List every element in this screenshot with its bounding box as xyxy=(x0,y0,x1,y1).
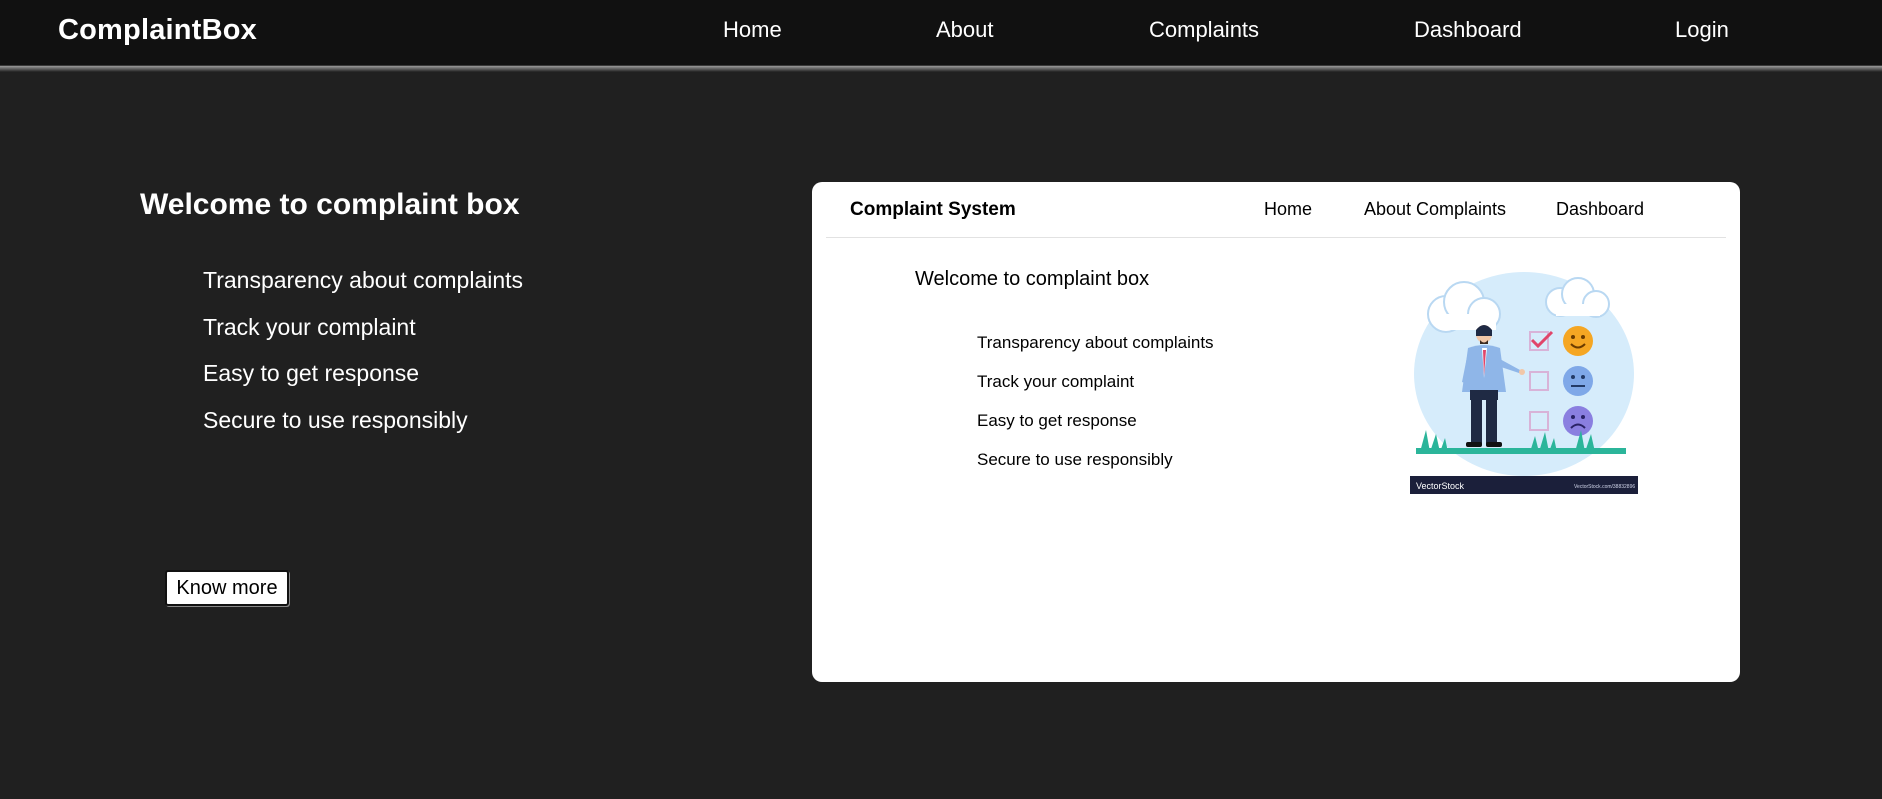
preview-nav-home: Home xyxy=(1264,199,1313,219)
preview-feature-list: Transparency about complaints Track your… xyxy=(977,332,1214,488)
preview-feature-item: Track your complaint xyxy=(977,372,1135,391)
hero-title: Welcome to complaint box xyxy=(140,188,520,221)
nav-complaints-link[interactable]: Complaints xyxy=(1149,17,1259,43)
watermark-text: VectorStock xyxy=(1416,481,1465,491)
nav-dashboard-link[interactable]: Dashboard xyxy=(1414,17,1522,43)
feedback-illustration: VectorStock VectorStock.com/38832896 xyxy=(1410,272,1638,494)
neutral-face-icon xyxy=(1563,366,1593,396)
navbar-shadow xyxy=(0,66,1882,72)
sad-face-icon xyxy=(1563,406,1593,436)
feature-item: Easy to get response xyxy=(203,360,420,386)
preview-nav-complaints: Complaints xyxy=(1416,199,1507,219)
happy-face-icon xyxy=(1563,326,1593,356)
feature-list: Transparency about complaints Track your… xyxy=(203,266,523,452)
preview-title: Welcome to complaint box xyxy=(915,268,1150,290)
nav-home-link[interactable]: Home xyxy=(723,17,782,43)
preview-feature-item: Easy to get response xyxy=(977,411,1137,430)
brand-logo[interactable]: ComplaintBox xyxy=(58,14,257,47)
preview-nav-dashboard: Dashboard xyxy=(1556,199,1645,219)
feature-item: Track your complaint xyxy=(203,313,416,340)
preview-feature-item: Secure to use responsibly xyxy=(977,450,1173,469)
preview-navbar: Complaint System Home About Complaints D… xyxy=(826,182,1726,238)
feature-item: Secure to use responsibly xyxy=(203,406,468,433)
preview-brand: Complaint System xyxy=(850,199,1016,220)
preview-screenshot: Complaint System Home About Complaints D… xyxy=(812,182,1740,682)
preview-nav-about: About xyxy=(1364,199,1412,219)
nav-about-link[interactable]: About xyxy=(936,17,994,43)
feature-item: Transparency about complaints xyxy=(203,267,524,293)
nav-login-link[interactable]: Login xyxy=(1675,17,1729,43)
know-more-button[interactable]: Know more xyxy=(165,570,289,606)
watermark-small-text: VectorStock.com/38832896 xyxy=(1574,484,1635,490)
top-navbar: ComplaintBox Home About Complaints Dashb… xyxy=(0,0,1882,66)
preview-feature-item: Transparency about complaints xyxy=(977,333,1214,352)
